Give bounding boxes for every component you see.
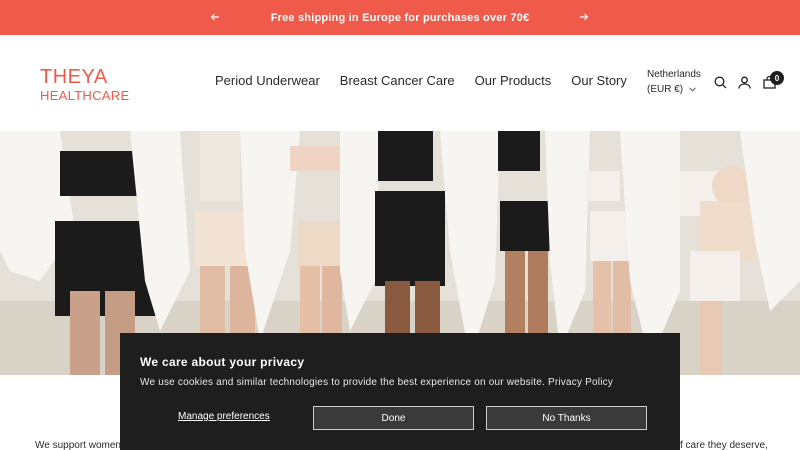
main-nav: Period Underwear Breast Cancer Care Our …	[215, 73, 627, 88]
chevron-down-icon	[689, 87, 696, 92]
locale-currency: (EUR €)	[647, 84, 684, 95]
search-button[interactable]	[712, 74, 728, 90]
cookie-title: We care about your privacy	[140, 355, 305, 369]
search-icon	[714, 76, 726, 88]
locale-country: Netherlands	[647, 69, 701, 80]
nav-item-period-underwear[interactable]: Period Underwear	[215, 73, 320, 88]
intro-text-left: We support women's	[35, 440, 128, 450]
announcement-bar: Free shipping in Europe for purchases ov…	[0, 0, 800, 35]
logo-line-2: HEALTHCARE	[40, 88, 130, 103]
announcement-prev-button[interactable]	[207, 9, 223, 25]
announcement-next-button[interactable]	[576, 9, 592, 25]
manage-preferences-link[interactable]: Manage preferences	[178, 411, 270, 422]
nav-item-our-products[interactable]: Our Products	[475, 73, 552, 88]
cookie-banner: We care about your privacy We use cookie…	[120, 333, 680, 450]
site-header: THEYA HEALTHCARE Period Underwear Breast…	[0, 35, 800, 131]
brand-logo[interactable]: THEYA HEALTHCARE	[40, 67, 129, 102]
cookie-message: We use cookies and similar technologies …	[140, 377, 614, 388]
nav-item-breast-cancer-care[interactable]: Breast Cancer Care	[340, 73, 455, 88]
intro-text-right: f care they deserve,	[680, 440, 768, 450]
arrow-right-icon	[580, 13, 589, 21]
done-button[interactable]: Done	[313, 406, 474, 430]
account-icon	[737, 76, 751, 89]
nav-item-our-story[interactable]: Our Story	[571, 73, 627, 88]
announcement-text: Free shipping in Europe for purchases ov…	[270, 11, 530, 24]
logo-line-1: THEYA	[40, 66, 108, 88]
account-button[interactable]	[736, 74, 752, 90]
cart-count-badge: 0	[770, 71, 784, 85]
no-thanks-button[interactable]: No Thanks	[486, 406, 647, 430]
locale-selector[interactable]: Netherlands (EUR €)	[647, 67, 701, 97]
arrow-left-icon	[210, 13, 219, 21]
